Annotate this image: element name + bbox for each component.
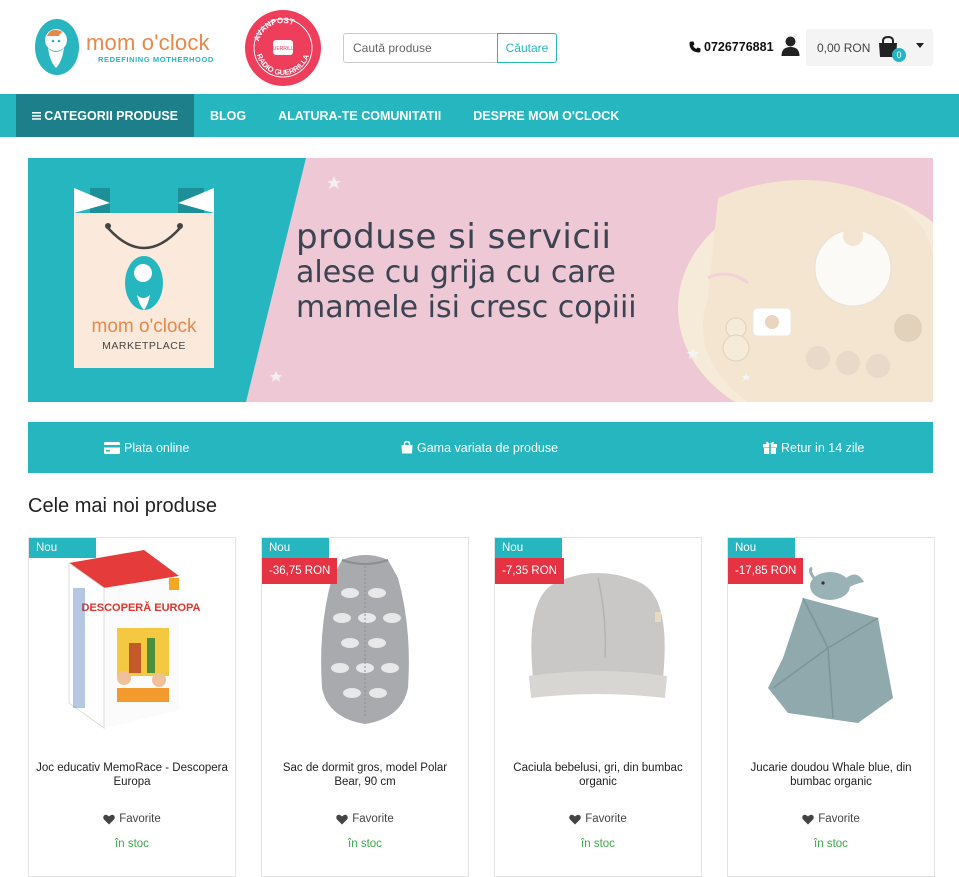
logo-name: mom o'clock xyxy=(86,29,210,55)
banner-line-3: mamele isi cresc copiii xyxy=(296,290,637,325)
nav-join-community[interactable]: ALATURA-TE COMUNITATII xyxy=(262,94,457,137)
banner-brand-name: mom o'clock xyxy=(91,316,197,337)
product-card[interactable]: Nou -7,35 RON Caciula bebelusi, gri, din… xyxy=(494,537,702,877)
site-logo[interactable]: mom o'clock REDEFINING MOTHERHOOD xyxy=(34,18,214,76)
favorite-button[interactable]: Favorite xyxy=(262,813,468,825)
favorite-label: Favorite xyxy=(585,813,627,825)
search-input[interactable] xyxy=(343,33,497,63)
product-name[interactable]: Caciula bebelusi, gri, din bumbac organi… xyxy=(501,761,695,789)
product-card[interactable]: Nou -36,75 RON Sac de dormit gros, model… xyxy=(261,537,469,877)
feature-return: Retur in 14 zile xyxy=(763,422,864,473)
product-name[interactable]: Sac de dormit gros, model Polar Bear, 90… xyxy=(268,761,462,789)
banner-brand-sub: MARKETPLACE xyxy=(102,340,186,352)
phone-number: 0726776881 xyxy=(704,40,774,54)
discount-badge: -36,75 RON xyxy=(262,558,338,584)
feature-label: Retur in 14 zile xyxy=(781,440,865,455)
favorite-button[interactable]: Favorite xyxy=(29,813,235,825)
feature-product-range: Gama variata de produse xyxy=(401,422,558,473)
product-name[interactable]: Joc educativ MemoRace - Descopera Europa xyxy=(35,761,229,789)
main-nav: CATEGORII PRODUSE BLOG ALATURA-TE COMUNI… xyxy=(0,94,959,137)
shopping-bag-icon xyxy=(401,441,413,454)
new-badge: Nou xyxy=(262,538,329,558)
favorite-label: Favorite xyxy=(119,813,161,825)
favorite-button[interactable]: Favorite xyxy=(728,813,934,825)
search-button[interactable]: Căutare xyxy=(497,33,557,63)
logo-tagline: REDEFINING MOTHERHOOD xyxy=(98,54,214,64)
badge-center-text: GUERRILLA xyxy=(269,46,298,52)
gift-icon xyxy=(763,441,777,454)
nav-item-label: CATEGORII PRODUSE xyxy=(44,108,178,123)
feature-online-payment: Plata online xyxy=(104,422,189,473)
stock-status: în stoc xyxy=(115,838,149,850)
radio-guerrilla-badge[interactable]: AVANPOST RADIO GUERRILLA GUERRILLA xyxy=(244,9,322,87)
logo-icon xyxy=(35,19,79,75)
product-name[interactable]: Jucarie doudou Whale blue, din bumbac or… xyxy=(734,761,928,789)
nav-blog[interactable]: BLOG xyxy=(194,94,262,137)
user-account-icon[interactable] xyxy=(781,36,800,56)
product-card[interactable]: DESCOPERĂ EUROPA Nou Joc educativ MemoRa… xyxy=(28,537,236,877)
heart-icon xyxy=(802,814,814,824)
search-bar: Căutare xyxy=(343,33,557,63)
nav-product-categories[interactable]: CATEGORII PRODUSE xyxy=(16,94,194,137)
cart-widget[interactable]: 0,00 RON 0 xyxy=(806,29,933,66)
nav-about[interactable]: DESPRE MOM O'CLOCK xyxy=(457,94,635,137)
favorite-label: Favorite xyxy=(818,813,860,825)
feature-label: Plata online xyxy=(124,440,190,455)
features-bar: Plata online Gama variata de produse Ret… xyxy=(28,422,933,473)
new-badge: Nou xyxy=(495,538,562,558)
new-badge: Nou xyxy=(29,538,96,558)
hero-banner[interactable]: mom o'clock MARKETPLACE produse si servi… xyxy=(28,158,933,402)
new-badge: Nou xyxy=(728,538,795,558)
phone-contact[interactable]: 0726776881 xyxy=(689,40,774,54)
site-header: mom o'clock REDEFINING MOTHERHOOD AVANPO… xyxy=(0,0,959,94)
banner-line-1: produse si servicii xyxy=(296,217,612,257)
banner-line-2: alese cu grija cu care xyxy=(296,255,616,290)
section-title: Cele mai noi produse xyxy=(28,495,217,517)
stock-status: în stoc xyxy=(348,838,382,850)
product-image: DESCOPERĂ EUROPA xyxy=(68,550,201,729)
cart-count-badge: 0 xyxy=(892,48,906,62)
banner-headline: produse si servicii alese cu grija cu ca… xyxy=(296,217,637,326)
favorite-label: Favorite xyxy=(352,813,394,825)
credit-card-icon xyxy=(104,441,120,454)
nav-item-label: BLOG xyxy=(210,108,247,123)
stock-status: în stoc xyxy=(814,838,848,850)
box-title: DESCOPERĂ EUROPA xyxy=(82,601,201,614)
favorite-button[interactable]: Favorite xyxy=(495,813,701,825)
chevron-down-icon[interactable] xyxy=(916,43,924,48)
nav-item-label: DESPRE MOM O'CLOCK xyxy=(473,108,620,123)
phone-icon xyxy=(689,41,701,53)
discount-badge: -7,35 RON xyxy=(495,558,564,584)
product-card[interactable]: Nou -17,85 RON Jucarie doudou Whale blue… xyxy=(727,537,935,877)
heart-icon xyxy=(103,814,115,824)
stock-status: în stoc xyxy=(581,838,615,850)
feature-label: Gama variata de produse xyxy=(417,440,559,455)
discount-badge: -17,85 RON xyxy=(728,558,804,584)
nav-item-label: ALATURA-TE COMUNITATII xyxy=(278,108,442,123)
heart-icon xyxy=(336,814,348,824)
cart-total: 0,00 RON xyxy=(817,40,871,55)
menu-icon xyxy=(32,112,42,120)
heart-icon xyxy=(569,814,581,824)
